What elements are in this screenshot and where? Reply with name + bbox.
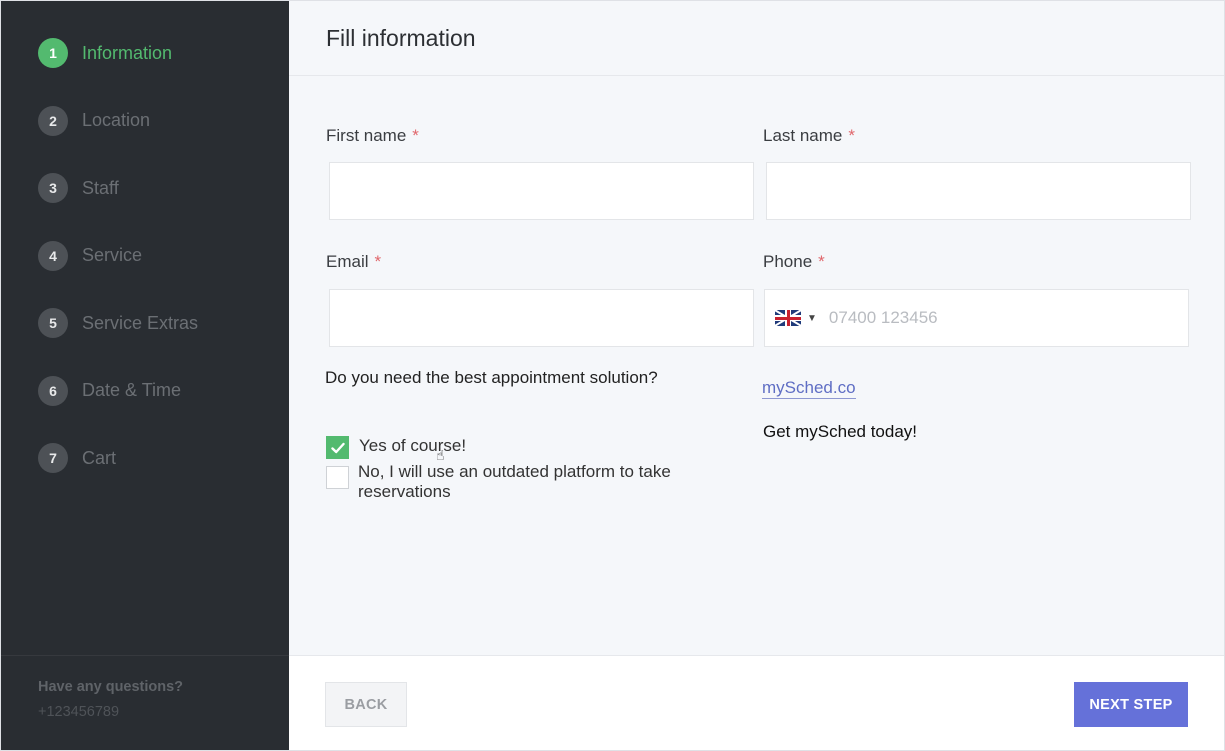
contact-question: Have any questions? — [38, 679, 184, 695]
phone-label: Phone * — [763, 252, 825, 272]
step-number: 7 — [38, 443, 68, 473]
step-cart[interactable]: 7 Cart — [38, 443, 198, 473]
option-yes-label[interactable]: Yes of course! — [359, 436, 466, 456]
step-number: 4 — [38, 240, 68, 271]
email-label: Email * — [326, 252, 381, 272]
step-date-time[interactable]: 6 Date & Time — [38, 375, 198, 406]
required-marker: * — [848, 126, 856, 145]
step-label: Location — [82, 110, 151, 130]
contact-phone[interactable]: +123456789 — [38, 704, 289, 720]
step-number: 5 — [38, 308, 68, 338]
option-yes-checkbox[interactable] — [326, 436, 349, 459]
steps-sidebar: 1 Information 2 Location 3 Staff 4 Servi… — [1, 1, 289, 750]
step-label: Date & Time — [82, 380, 182, 400]
mysched-link[interactable]: mySched.co — [762, 378, 856, 399]
step-label: Service — [82, 245, 143, 265]
step-information[interactable]: 1 Information — [38, 38, 198, 68]
step-number: 1 — [38, 38, 68, 68]
booking-window: 1 Information 2 Location 3 Staff 4 Servi… — [0, 0, 1225, 751]
step-service[interactable]: 4 Service — [38, 240, 198, 271]
last-name-input[interactable] — [766, 162, 1191, 220]
sidebar-contact: Have any questions? +123456789 — [1, 655, 289, 750]
step-staff[interactable]: 3 Staff — [38, 173, 198, 203]
check-icon — [330, 442, 345, 453]
required-marker: * — [412, 126, 419, 145]
step-label: Staff — [82, 177, 119, 198]
main-panel: Fill information First name * Last name * … — [289, 1, 1224, 750]
last-name-label-text: Last name — [763, 126, 843, 145]
step-number: 6 — [38, 375, 68, 406]
last-name-label: Last name * — [763, 126, 855, 146]
panel-header: Fill information — [289, 1, 1224, 76]
first-name-label-text: First name — [326, 126, 407, 145]
required-marker: * — [818, 252, 825, 271]
back-button[interactable]: BACK — [325, 682, 407, 727]
step-location[interactable]: 2 Location — [38, 105, 198, 136]
uk-flag-icon[interactable] — [775, 310, 801, 326]
step-label: Cart — [82, 447, 117, 468]
chevron-down-icon[interactable]: ▼ — [807, 313, 817, 324]
phone-input[interactable] — [828, 290, 1188, 346]
option-no-label[interactable]: No, I will use an outdated platform to t… — [358, 462, 738, 502]
first-name-input[interactable] — [329, 162, 754, 220]
appointment-question: Do you need the best appointment solutio… — [325, 368, 658, 387]
phone-label-text: Phone — [763, 252, 813, 271]
action-bar: BACK NEXT STEP — [289, 655, 1224, 750]
first-name-label: First name * — [326, 126, 419, 146]
step-number: 3 — [38, 173, 68, 203]
required-marker: * — [374, 252, 382, 271]
phone-field: ▼ — [764, 289, 1189, 347]
tagline: Get mySched today! — [763, 422, 918, 441]
step-label: Information — [82, 42, 173, 63]
page-title: Fill information — [326, 25, 476, 51]
step-service-extras[interactable]: 5 Service Extras — [38, 308, 198, 338]
step-number: 2 — [38, 105, 68, 136]
email-input[interactable] — [329, 289, 754, 347]
option-no-checkbox[interactable] — [326, 466, 349, 489]
email-label-text: Email — [326, 252, 369, 271]
next-step-button[interactable]: NEXT STEP — [1074, 682, 1188, 727]
step-label: Service Extras — [82, 312, 199, 333]
step-list: 1 Information 2 Location 3 Staff 4 Servi… — [38, 38, 198, 511]
